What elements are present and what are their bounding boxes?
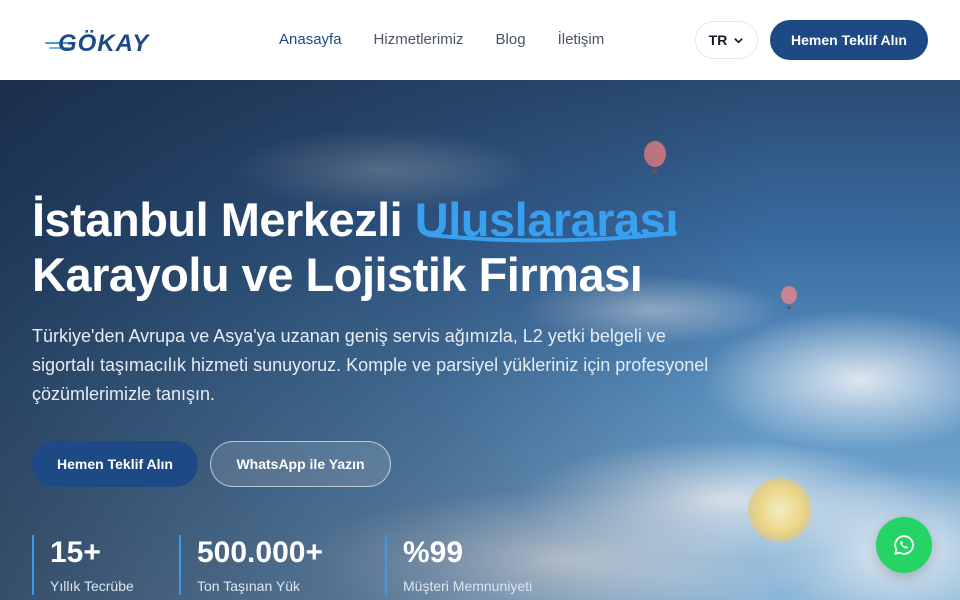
hero-title-part1: İstanbul Merkezli [32,193,415,246]
nav-link-contact[interactable]: İletişim [558,31,605,49]
language-selector[interactable]: TR [695,21,758,59]
stat-label: Yıllık Tecrübe [50,578,134,594]
nav-link-home[interactable]: Anasayfa [279,31,342,49]
stat-label: Ton Taşınan Yük [197,578,301,594]
stat-value: %99 [403,536,464,569]
hero-title-part2: Karayolu ve Lojistik Firması [32,248,643,301]
hero-whatsapp-button[interactable]: WhatsApp ile Yazın [210,441,391,487]
hero-title: İstanbul Merkezli Uluslararası Karayolu … [32,192,732,302]
whatsapp-floating-button[interactable] [876,517,932,573]
main-nav: Anasayfa Hizmetlerimiz Blog İletişim [279,31,604,49]
hero-section: İstanbul Merkezli Uluslararası Karayolu … [0,80,960,600]
nav-link-blog[interactable]: Blog [496,31,526,49]
whatsapp-icon [894,535,914,555]
title-underline-decoration [427,231,677,243]
stat-value: 15+ [50,536,101,569]
logo-text: GÖKAY [58,30,150,56]
language-label: TR [708,32,728,48]
stat-cargo: 500.000+ Ton Taşınan Yük [179,535,323,595]
site-header: GÖKAY Anasayfa Hizmetlerimiz Blog İletiş… [0,0,960,80]
stat-label: Müşteri Memnuniyeti [403,578,533,594]
hero-description: Türkiye'den Avrupa ve Asya'ya uzanan gen… [32,326,709,404]
nav-link-services[interactable]: Hizmetlerimiz [374,31,464,49]
chevron-down-icon [734,37,743,43]
stat-satisfaction: %99 Müşteri Memnuniyeti [385,535,532,595]
logo[interactable]: GÖKAY [44,26,176,56]
stat-value: 500.000+ [197,536,323,569]
hero-quote-button[interactable]: Hemen Teklif Alın [32,441,198,487]
header-quote-button[interactable]: Hemen Teklif Alın [770,20,928,60]
stat-experience: 15+ Yıllık Tecrübe [32,535,134,595]
